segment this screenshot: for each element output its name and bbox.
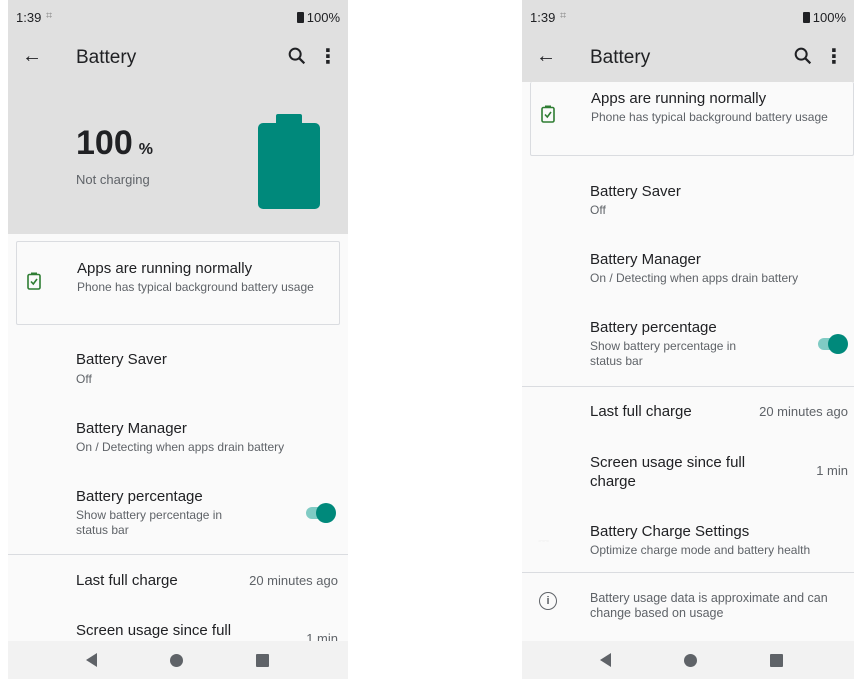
nav-recents-icon[interactable] <box>256 654 269 667</box>
search-icon[interactable] <box>286 45 308 67</box>
status-time: 1:39 <box>530 10 556 25</box>
battery-saver-item[interactable]: Battery Saver Off <box>522 182 854 232</box>
battery-percentage-item[interactable]: Battery percentage Show battery percenta… <box>8 487 348 547</box>
card-title: Apps are running normally <box>591 90 767 107</box>
charge-settings-icon: ⎓ <box>538 532 550 548</box>
battery-ok-icon <box>541 105 555 123</box>
battery-manager-subtitle: On / Detecting when apps drain battery <box>590 271 799 285</box>
screen-usage-value: 1 min <box>816 463 848 478</box>
battery-percentage-toggle[interactable] <box>814 333 848 354</box>
navigation-bar <box>522 641 854 679</box>
card-title: Apps are running normally <box>77 260 253 277</box>
last-full-charge-title: Last full charge <box>590 403 692 420</box>
card-subtitle: Phone has typical background battery usa… <box>591 110 828 124</box>
status-battery: 100% <box>802 10 846 25</box>
battery-manager-item[interactable]: Battery Manager On / Detecting when apps… <box>522 250 854 300</box>
status-bar: 1:39 ⌗ 100% <box>522 0 854 34</box>
battery-percentage-subtitle: Show battery percentage in status bar <box>590 339 737 368</box>
battery-manager-subtitle: On / Detecting when apps drain battery <box>76 440 285 454</box>
status-card[interactable]: Apps are running normally Phone has typi… <box>16 241 340 325</box>
status-battery: 100% <box>296 10 340 25</box>
nav-recents-icon[interactable] <box>770 654 783 667</box>
battery-manager-title: Battery Manager <box>590 251 701 268</box>
phone-screen-left: 1:39 ⌗ 100% ← Battery ⋮ 100% Not chargin… <box>8 0 348 679</box>
nav-back-icon[interactable] <box>600 653 611 667</box>
battery-manager-item[interactable]: Battery Manager On / Detecting when apps… <box>8 419 348 469</box>
battery-saver-subtitle: Off <box>590 203 606 217</box>
last-full-charge-value: 20 minutes ago <box>249 573 338 588</box>
battery-percentage-title: Battery percentage <box>590 319 717 336</box>
last-full-charge-item: Last full charge 20 minutes ago <box>8 571 348 601</box>
battery-ok-icon <box>27 272 41 290</box>
arrow-back-icon[interactable]: ← <box>22 45 42 68</box>
search-icon[interactable] <box>792 45 814 67</box>
divider <box>522 386 854 387</box>
battery-percentage-subtitle: Show battery percentage in status bar <box>76 508 223 537</box>
notification-icon: ⌗ <box>46 10 53 22</box>
more-vert-icon[interactable]: ⋮ <box>318 44 338 69</box>
battery-status-icon <box>296 12 304 23</box>
usage-info-text: Battery usage data is approximate and ca… <box>590 591 828 620</box>
last-full-charge-item: Last full charge 20 minutes ago <box>522 402 854 432</box>
page-title: Battery <box>590 47 651 68</box>
nav-back-icon[interactable] <box>86 653 97 667</box>
card-subtitle: Phone has typical background battery usa… <box>77 280 314 294</box>
status-battery-label: 100% <box>812 10 846 25</box>
app-bar: ← Battery ⋮ <box>8 34 348 82</box>
charging-status: Not charging <box>76 172 150 187</box>
page-title: Battery <box>76 47 137 68</box>
divider <box>522 572 854 573</box>
percent-sign: % <box>138 141 153 158</box>
battery-percent-value: 100 <box>76 124 133 162</box>
app-bar: ← Battery ⋮ <box>522 34 854 82</box>
battery-large-icon <box>258 114 320 210</box>
battery-saver-title: Battery Saver <box>76 351 167 368</box>
battery-percentage-item[interactable]: Battery percentage Show battery percenta… <box>522 318 854 378</box>
status-battery-label: 100% <box>306 10 340 25</box>
status-time: 1:39 <box>16 10 42 25</box>
charge-settings-subtitle: Optimize charge mode and battery health <box>590 543 811 557</box>
battery-percent: 100% <box>76 124 153 163</box>
usage-info-footer: i Battery usage data is approximate and … <box>522 591 854 625</box>
charge-settings-title: Battery Charge Settings <box>590 523 750 540</box>
navigation-bar <box>8 641 348 679</box>
status-bar: 1:39 ⌗ 100% <box>8 0 348 34</box>
battery-saver-subtitle: Off <box>76 372 92 386</box>
more-vert-icon[interactable]: ⋮ <box>824 44 844 69</box>
status-card[interactable]: Apps are running normally Phone has typi… <box>530 82 854 156</box>
battery-saver-item[interactable]: Battery Saver Off <box>8 350 348 400</box>
phone-screen-right: 1:39 ⌗ 100% ← Battery ⋮ Apps are running… <box>522 0 854 679</box>
battery-hero: 100% Not charging <box>8 82 348 234</box>
nav-home-icon[interactable] <box>684 654 697 667</box>
nav-home-icon[interactable] <box>170 654 183 667</box>
battery-percentage-toggle[interactable] <box>302 502 336 523</box>
arrow-back-icon[interactable]: ← <box>536 45 556 68</box>
battery-percentage-title: Battery percentage <box>76 488 203 505</box>
screen-usage-item: Screen usage since full charge 1 min <box>522 453 854 493</box>
charge-settings-item[interactable]: ⎓ Battery Charge Settings Optimize charg… <box>522 522 854 562</box>
last-full-charge-title: Last full charge <box>76 572 178 589</box>
info-icon: i <box>539 592 557 610</box>
notification-icon: ⌗ <box>560 10 567 22</box>
battery-saver-title: Battery Saver <box>590 183 681 200</box>
divider <box>8 554 348 555</box>
battery-manager-title: Battery Manager <box>76 420 187 437</box>
screen-usage-title: Screen usage since full charge <box>590 454 746 490</box>
battery-status-icon <box>802 12 810 23</box>
last-full-charge-value: 20 minutes ago <box>759 404 848 419</box>
